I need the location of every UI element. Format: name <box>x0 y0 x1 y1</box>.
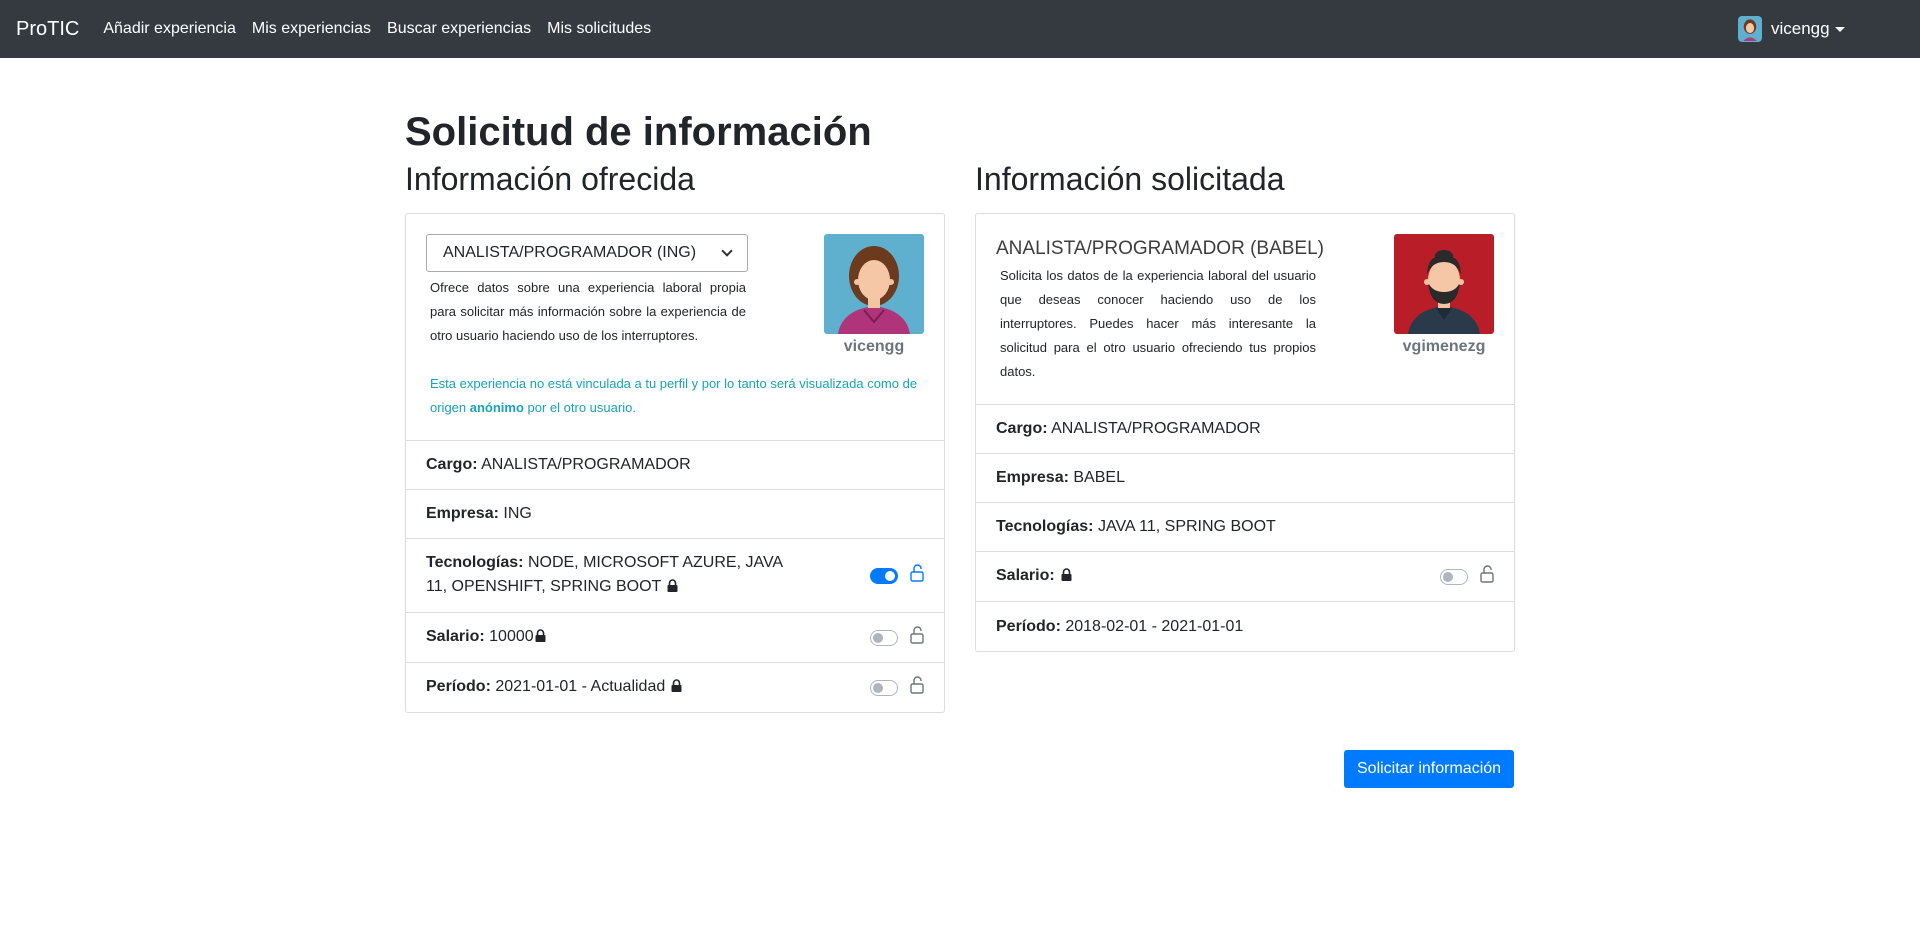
lock-open-icon[interactable] <box>910 626 924 649</box>
requested-periodo-value: 2018-02-01 - 2021-01-01 <box>1065 617 1244 635</box>
lock-closed-icon <box>535 626 546 650</box>
requested-row-cargo: Cargo: ANALISTA/PROGRAMADOR <box>976 405 1514 455</box>
page-title: Solicitud de información <box>405 110 872 154</box>
chevron-down-icon <box>721 245 733 257</box>
lock-closed-icon <box>667 576 678 600</box>
offered-avatar-block: vicengg <box>824 234 924 356</box>
request-salario-toggle[interactable] <box>1440 568 1468 585</box>
top-navbar: ProTIC Añadir experiencia Mis experienci… <box>0 0 1920 58</box>
requested-row-empresa: Empresa: BABEL <box>976 454 1514 504</box>
offered-empresa-value: ING <box>503 505 532 523</box>
nav-link-add-experience[interactable]: Añadir experiencia <box>103 20 236 38</box>
requested-row-tecnologias: Tecnologías: JAVA 11, SPRING BOOT <box>976 503 1514 553</box>
offered-row-empresa: Empresa: ING <box>406 490 944 540</box>
nav-link-search-experiences[interactable]: Buscar experiencias <box>387 20 531 38</box>
lock-open-icon[interactable] <box>910 564 924 587</box>
offered-card: ANALISTA/PROGRAMADOR (ING) Ofrece datos … <box>405 213 945 714</box>
requested-description: Solicita los datos de la experiencia lab… <box>1000 268 1316 380</box>
tecnologias-share-toggle[interactable] <box>870 567 898 584</box>
anonymous-note: Esta experiencia no está vinculada a tu … <box>430 376 918 416</box>
offered-row-tecnologias: Tecnologías: NODE, MICROSOFT AZURE, JAVA… <box>406 539 944 614</box>
requested-heading: Información solicitada <box>975 161 1285 197</box>
requested-avatar-block: vgimenezg <box>1394 234 1494 356</box>
experience-select[interactable]: ANALISTA/PROGRAMADOR (ING) <box>426 234 748 273</box>
user-menu-name: vicengg <box>1771 19 1830 38</box>
offered-periodo-value: 2021-01-01 - Actualidad <box>495 678 666 696</box>
requested-row-salario: Salario: <box>976 552 1514 603</box>
requested-cargo-value: ANALISTA/PROGRAMADOR <box>1051 420 1261 438</box>
user-menu-dropdown[interactable]: vicengg <box>1738 16 1845 42</box>
user-avatar-icon <box>1738 16 1762 42</box>
requested-empresa-value: BABEL <box>1073 469 1125 487</box>
lock-closed-icon <box>1061 565 1072 589</box>
lock-open-icon[interactable] <box>1480 565 1494 588</box>
offered-heading: Información ofrecida <box>405 161 695 197</box>
caret-down-icon <box>1834 26 1845 32</box>
offered-column: Información ofrecida ANALISTA/PROGRAMADO… <box>405 161 945 714</box>
salario-share-toggle[interactable] <box>870 629 898 646</box>
nav-link-my-requests[interactable]: Mis solicitudes <box>547 20 651 38</box>
requested-card: ANALISTA/PROGRAMADOR (BABEL) Solicita lo… <box>975 213 1515 653</box>
requested-column: Información solicitada ANALISTA/PROGRAMA… <box>975 161 1515 713</box>
anonymous-word: anónimo <box>469 400 524 416</box>
periodo-share-toggle[interactable] <box>870 679 898 696</box>
requested-row-periodo: Período: 2018-02-01 - 2021-01-01 <box>996 617 1244 635</box>
experience-select-value: ANALISTA/PROGRAMADOR (ING) <box>443 244 697 262</box>
offered-cargo-value: ANALISTA/PROGRAMADOR <box>481 456 691 474</box>
lock-closed-icon <box>671 676 682 700</box>
offered-avatar-name: vicengg <box>843 338 905 356</box>
offered-row-periodo: Período: 2021-01-01 - Actualidad <box>406 663 944 712</box>
offered-row-salario: Salario: 10000 <box>406 613 944 664</box>
nav-link-my-experiences[interactable]: Mis experiencias <box>252 20 371 38</box>
offered-salario-value: 10000 <box>489 628 534 646</box>
requested-tecnologias-value: JAVA 11, SPRING BOOT <box>1097 518 1276 536</box>
requested-avatar-name: vgimenezg <box>1402 338 1486 356</box>
request-information-button[interactable]: Solicitar información <box>1344 750 1515 788</box>
offered-description: Ofrece datos sobre una experiencia labor… <box>430 280 746 344</box>
brand-logo[interactable]: ProTIC <box>16 18 79 41</box>
offered-row-cargo: Cargo: ANALISTA/PROGRAMADOR <box>406 441 944 491</box>
main-container: Solicitud de información Información ofr… <box>405 58 1515 714</box>
user-avatar-male <box>1394 234 1494 335</box>
lock-open-icon[interactable] <box>910 676 924 699</box>
user-avatar-female <box>824 234 924 335</box>
